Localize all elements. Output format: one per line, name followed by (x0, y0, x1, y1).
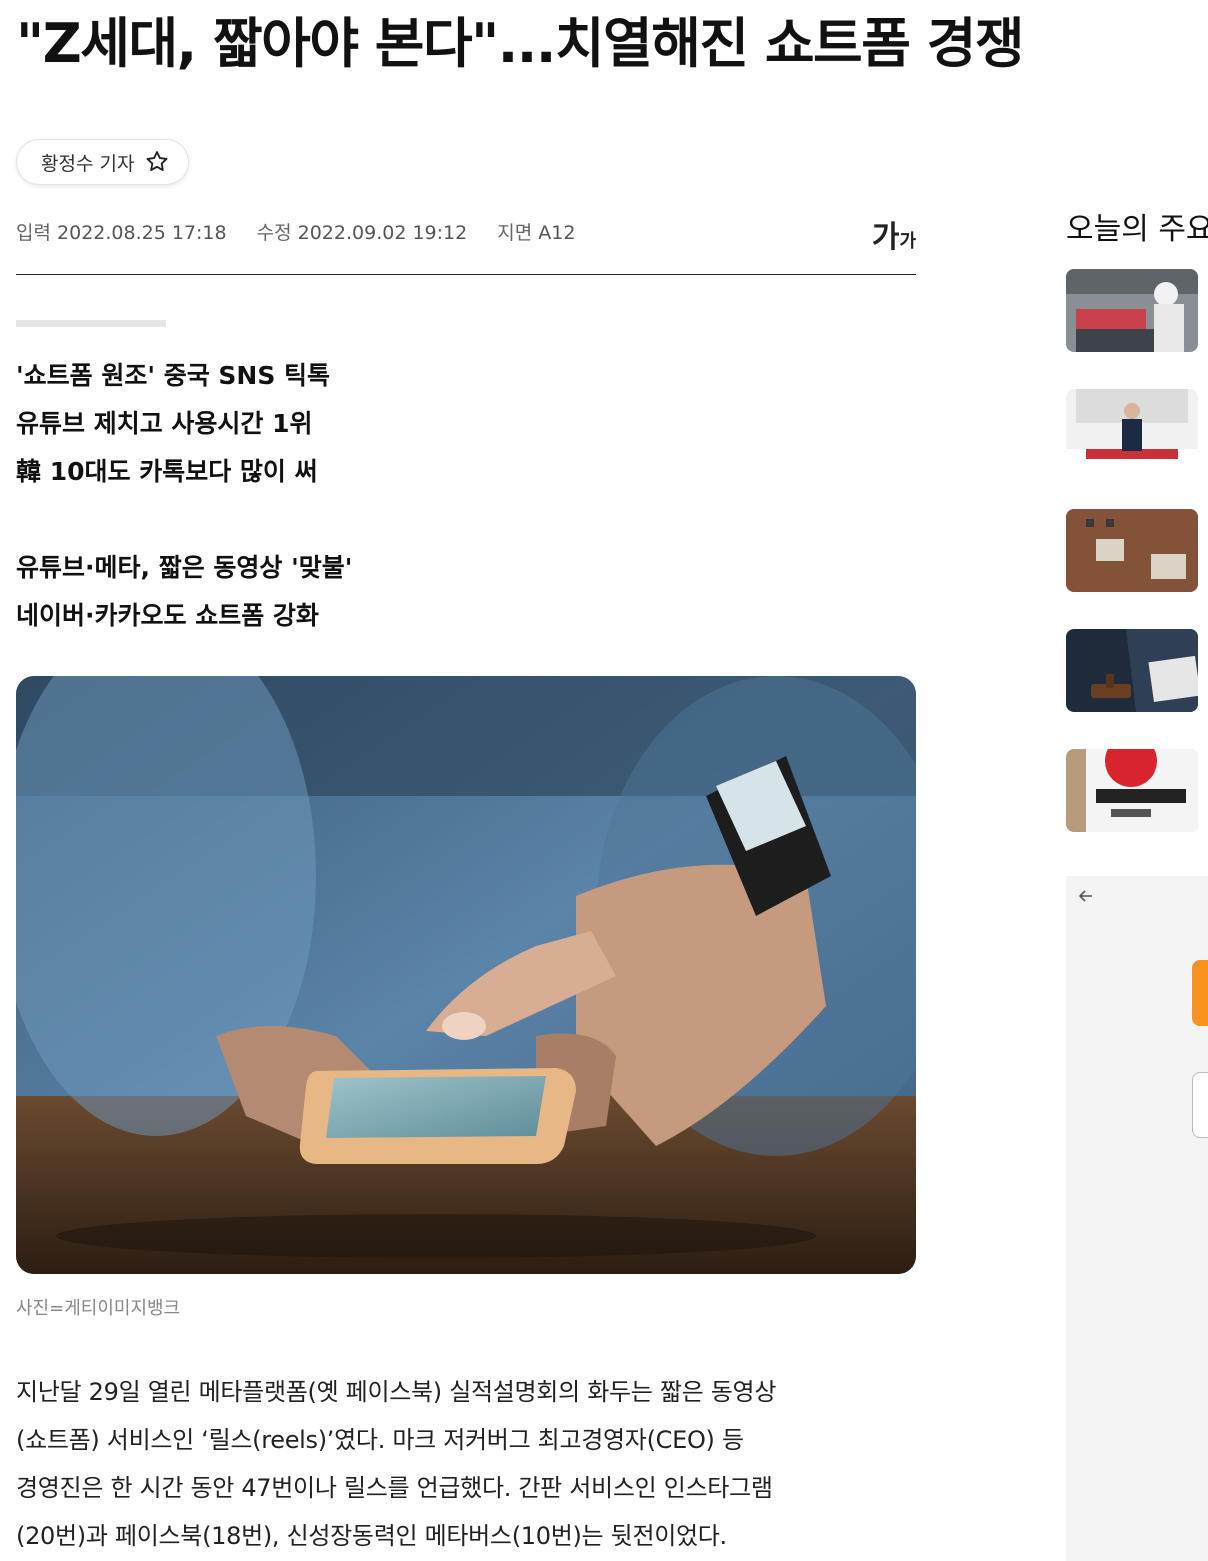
sidebar-news-thumbnail[interactable] (1066, 269, 1198, 352)
subtitle-line: 네이버·카카오도 쇼트폼 강화 (16, 601, 319, 630)
font-size-large-glyph: 가 (871, 220, 900, 255)
sidebar-title: 오늘의 주요 (1066, 212, 1208, 247)
article-photo[interactable] (16, 676, 916, 1274)
arrow-left-icon[interactable] (1076, 886, 1096, 906)
font-size-button[interactable]: 가가 (872, 212, 916, 256)
article-body: 지난달 29일 열린 메타플랫폼(옛 페이스북) 실적설명회의 화두는 짧은 동… (16, 1368, 916, 1560)
modified-label: 수정 (256, 222, 292, 244)
page-label: 지면 (497, 222, 533, 244)
input-date: 2022.08.25 17:18 (57, 222, 227, 244)
sidebar-news-thumbnail[interactable] (1066, 389, 1198, 472)
body-line: 지난달 29일 열린 메타플랫폼(옛 페이스북) 실적설명회의 화두는 짧은 동… (16, 1378, 777, 1406)
body-line: (쇼트폼) 서비스인 ‘릴스(reels)’였다. 마크 저커버그 최고경영자(… (16, 1426, 744, 1454)
input-datetime: 입력 2022.08.25 17:18 (16, 218, 227, 245)
subtitle-line: '쇼트폼 원조' 중국 SNS 틱톡 (16, 361, 331, 390)
side-widget-panel (1066, 876, 1208, 1561)
body-line: 경영진은 한 시간 동안 47번이나 릴스를 언급했다. 간판 서비스인 인스타… (16, 1474, 773, 1502)
subtitle-divider (16, 320, 166, 327)
subtitle-line: 유튜브 제치고 사용시간 1위 (16, 409, 313, 438)
font-size-small-glyph: 가 (899, 231, 916, 252)
star-icon[interactable] (144, 149, 170, 175)
modified-date: 2022.09.02 19:12 (297, 222, 468, 244)
subtitle-line: 韓 10대도 카톡보다 많이 써 (16, 457, 318, 486)
reporter-badge[interactable]: 황정수 기자 (16, 139, 190, 185)
page-value: A12 (538, 222, 576, 244)
body-line: (20번)과 페이스북(18번), 신성장동력인 메타버스(10번)는 뒷전이었… (16, 1522, 727, 1550)
print-page: 지면 A12 (497, 218, 575, 245)
reporter-name: 황정수 기자 (41, 152, 135, 175)
article-headline: "Z세대, 짧아야 본다"...치열해진 쇼트폼 경쟁 (16, 12, 1025, 75)
sidebar-news-thumbnail[interactable] (1066, 629, 1198, 712)
sidebar-news-thumbnail[interactable] (1066, 509, 1198, 592)
subtitle-line: 유튜브·메타, 짧은 동영상 '맞불' (16, 553, 353, 582)
sidebar-news-thumbnail[interactable] (1066, 749, 1198, 832)
photo-caption: 사진=게티이미지뱅크 (16, 1298, 181, 1319)
article-meta: 입력 2022.08.25 17:18 수정 2022.09.02 19:12 … (16, 218, 916, 275)
modified-datetime: 수정 2022.09.02 19:12 (257, 218, 468, 245)
secondary-action-button[interactable] (1192, 1072, 1208, 1138)
input-label: 입력 (16, 222, 51, 244)
orange-action-button[interactable] (1192, 960, 1208, 1026)
article-subtitles: '쇼트폼 원조' 중국 SNS 틱톡 유튜브 제치고 사용시간 1위 韓 10대… (16, 352, 716, 640)
